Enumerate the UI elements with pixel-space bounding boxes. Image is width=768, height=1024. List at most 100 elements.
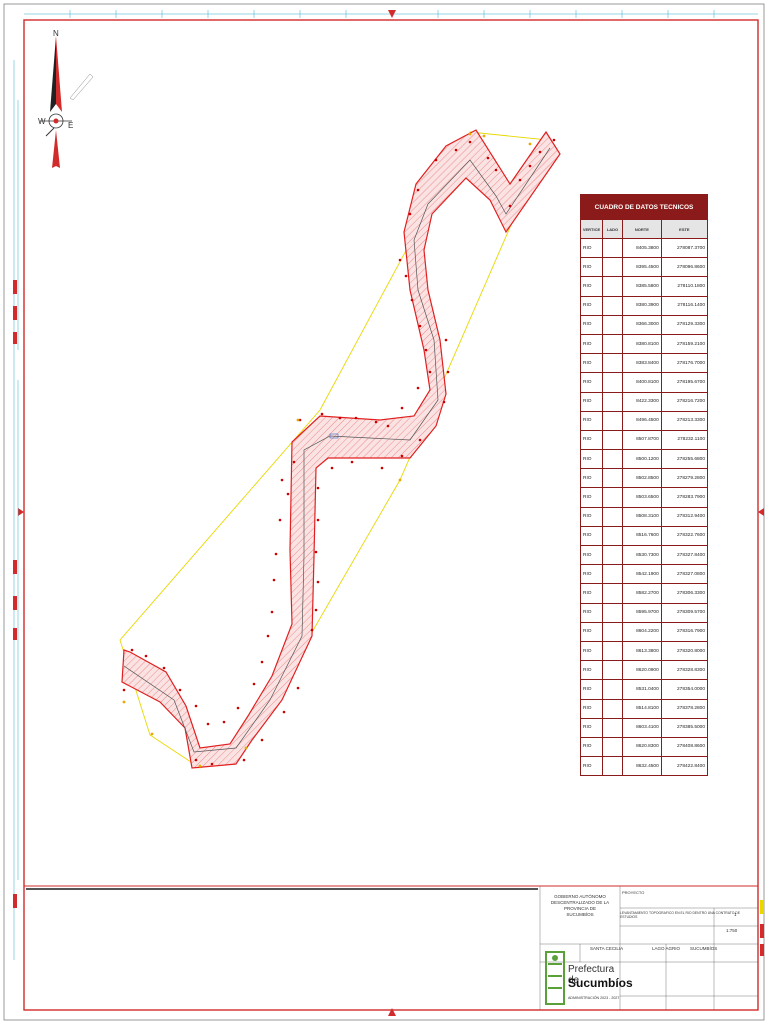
este-cell: 278322.7600	[660, 525, 709, 547]
este-cell: 278279.2800	[660, 468, 709, 489]
este-cell: 278110.1800	[660, 276, 709, 297]
norte-cell: 8395.4500	[622, 257, 662, 278]
gov-line: SUCUMBÍOS	[566, 912, 594, 917]
este-cell: 278159.2100	[660, 333, 709, 355]
table-row: RIO 8620.8300 278408.8600	[580, 736, 709, 758]
norte-cell: 8531.0400	[622, 679, 662, 700]
norte-cell: 8385.5800	[622, 276, 662, 297]
norte-cell: 8582.2700	[622, 583, 662, 604]
vertice-cell: RIO	[580, 314, 603, 335]
table-row: RIO 8508.3100 278312.9400	[580, 506, 709, 527]
norte-cell: 8383.8400	[622, 353, 662, 374]
norte-cell: 8380.3900	[622, 295, 662, 316]
sign-canton: LAGO AGRIO	[652, 946, 681, 951]
norte-cell: 8508.3100	[622, 506, 662, 527]
vertice-cell: RIO	[580, 372, 603, 393]
vertice-cell: RIO	[580, 237, 603, 259]
lado-cell	[602, 276, 623, 297]
norte-cell: 8620.8300	[622, 736, 662, 758]
vertice-cell: RIO	[580, 353, 603, 374]
compass-w-label: W	[38, 117, 46, 126]
lado-cell	[602, 314, 623, 335]
norte-cell: 8405.3800	[622, 237, 662, 259]
este-cell: 278195.6700	[660, 372, 709, 393]
norte-cell: 8500.1200	[622, 449, 662, 470]
table-row: RIO 8542.1900 278327.0800	[580, 564, 709, 585]
norte-cell: 8632.4500	[622, 756, 662, 777]
lado-cell	[602, 621, 623, 642]
lado-cell	[602, 660, 623, 681]
vertice-cell: RIO	[580, 506, 603, 527]
lado-cell	[602, 679, 623, 700]
right-center-mark	[758, 508, 764, 516]
river-corridor	[121, 129, 561, 769]
compass-e-label: E	[68, 121, 73, 130]
norte-cell: 8530.7300	[622, 544, 662, 566]
technical-data-table: CUADRO DE DATOS TECNICOS VERTICE LADO NO…	[580, 194, 709, 777]
norte-cell: 8366.3000	[622, 314, 662, 335]
vertice-cell: RIO	[580, 410, 603, 431]
lado-cell	[602, 756, 623, 777]
north-arrow-icon	[40, 36, 94, 168]
table-row: RIO 8502.8500 278279.2800	[580, 468, 709, 489]
vertice-cell: RIO	[580, 449, 603, 470]
lado-cell	[602, 544, 623, 566]
col-header-vertice: VERTICE	[580, 219, 603, 239]
vertice-cell: RIO	[580, 679, 603, 700]
norte-cell: 8595.9700	[622, 602, 662, 623]
lado-cell	[602, 640, 623, 662]
lado-cell	[602, 237, 623, 259]
lado-cell	[602, 468, 623, 489]
table-row: RIO 8632.4500 278422.8400	[580, 756, 709, 777]
table-row: RIO 8380.8100 278159.2100	[580, 333, 709, 355]
vertice-cell: RIO	[580, 564, 603, 585]
vertice-cell: RIO	[580, 468, 603, 489]
norte-cell: 8503.6500	[622, 487, 662, 508]
sheet-number: 1	[734, 912, 737, 917]
vertice-cell: RIO	[580, 333, 603, 355]
vertice-cell: RIO	[580, 525, 603, 547]
norte-cell: 8422.3300	[622, 391, 662, 412]
este-cell: 278087.3700	[660, 237, 709, 259]
este-cell: 278309.5700	[660, 602, 709, 623]
table-row: RIO 8595.9700 278309.5700	[580, 602, 709, 623]
table-row: RIO 8531.0400 278354.0000	[580, 679, 709, 700]
vertice-cell: RIO	[580, 429, 603, 451]
lado-cell	[602, 449, 623, 470]
este-cell: 278316.7900	[660, 621, 709, 642]
lado-cell	[602, 525, 623, 547]
vertice-cell: RIO	[580, 257, 603, 278]
col-header-lado: LADO	[602, 219, 623, 239]
vertice-cell: RIO	[580, 698, 603, 719]
logo-text-line2: Sucumbíos	[568, 976, 633, 990]
lado-cell	[602, 698, 623, 719]
table-title: CUADRO DE DATOS TECNICOS	[580, 194, 708, 220]
table-row: RIO 8514.8100 278378.2800	[580, 698, 709, 719]
este-cell: 278327.8400	[660, 544, 709, 566]
norte-cell: 8514.8100	[622, 698, 662, 719]
este-cell: 278385.5000	[660, 717, 709, 738]
este-cell: 278312.9400	[660, 506, 709, 527]
table-body: RIO 8405.3800 278087.3700 RIO 8395.4500 27809…	[580, 237, 709, 777]
lado-cell	[602, 257, 623, 278]
este-cell: 278306.3300	[660, 583, 709, 604]
left-center-mark	[18, 508, 24, 516]
norte-cell: 8496.4500	[622, 410, 662, 431]
norte-cell: 8620.0900	[622, 660, 662, 681]
norte-cell: 8613.3800	[622, 640, 662, 662]
table-row: RIO 8603.4100 278385.5000	[580, 717, 709, 738]
este-cell: 278096.8600	[660, 257, 709, 278]
title-block-ticks	[26, 888, 538, 890]
table-row: RIO 8500.1200 278255.6800	[580, 449, 709, 470]
table-row: RIO 8383.8400 278176.7000	[580, 353, 709, 374]
lado-cell	[602, 583, 623, 604]
col-header-este: ESTE	[660, 219, 709, 239]
sign-province: SUCUMBÍOS	[690, 946, 718, 951]
lado-cell	[602, 602, 623, 623]
este-cell: 278327.0800	[660, 564, 709, 585]
table-row: RIO 8530.7300 278327.8400	[580, 544, 709, 566]
table-row: RIO 8516.7600 278322.7600	[580, 525, 709, 547]
norte-cell: 8604.2200	[622, 621, 662, 642]
gov-line: DESCENTRALIZADO DE LA PROVINCIA DE	[550, 900, 610, 911]
logo-emblem-icon	[545, 951, 565, 1005]
